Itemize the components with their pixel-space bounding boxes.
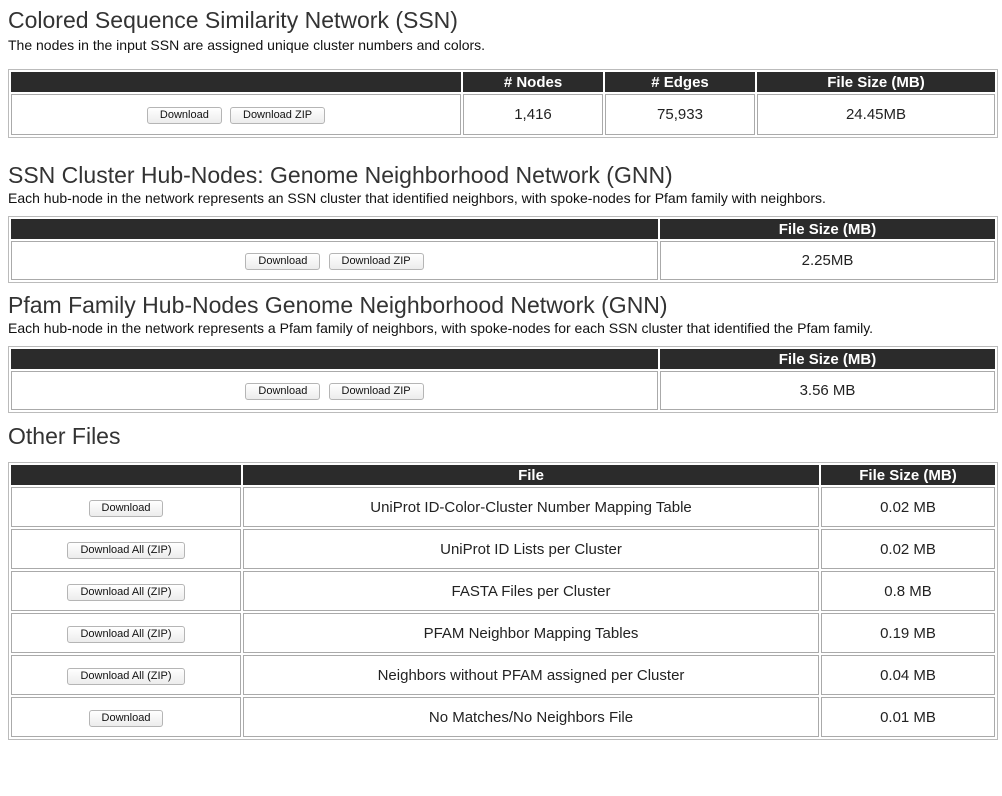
gnn-pfam-size-value: 3.56 MB [660, 371, 995, 410]
download-all-zip-button[interactable]: Download All (ZIP) [67, 625, 185, 643]
download-all-zip-button[interactable]: Download All (ZIP) [67, 583, 185, 601]
gnn-cluster-description: Each hub-node in the network represents … [8, 190, 826, 206]
ssn-header-row: # Nodes # Edges File Size (MB) [11, 72, 995, 92]
gnn-pfam-description: Each hub-node in the network represents … [8, 320, 874, 336]
ssn-edges-value: 75,933 [605, 94, 755, 135]
gnn-cluster-title: SSN Cluster Hub-Nodes: Genome Neighborho… [8, 162, 673, 188]
other-row-button-cell: Download All (ZIP) [11, 571, 241, 611]
ssn-header-blank [11, 72, 461, 92]
gnn-cluster-download-zip-button[interactable]: Download ZIP [328, 253, 424, 270]
other-row-file: Neighbors without PFAM assigned per Clus… [243, 655, 819, 695]
gnn-cluster-header-row: File Size (MB) [11, 219, 995, 239]
other-row-size: 0.04 MB [821, 655, 995, 695]
table-row: Download All (ZIP) PFAM Neighbor Mapping… [11, 613, 995, 653]
gnn-pfam-section: Pfam Family Hub-Nodes Genome Neighborhoo… [0, 283, 1002, 413]
other-row-size: 0.8 MB [821, 571, 995, 611]
other-row-button-cell: Download All (ZIP) [11, 529, 241, 569]
download-all-zip-button[interactable]: Download All (ZIP) [67, 541, 185, 559]
ssn-size-value: 24.45MB [757, 94, 995, 135]
gnn-pfam-download-zip-button[interactable]: Download ZIP [328, 383, 424, 400]
table-row: Download Download ZIP 1,416 75,933 24.45… [11, 94, 995, 135]
other-row-file: No Matches/No Neighbors File [243, 697, 819, 737]
ssn-section: Colored Sequence Similarity Network (SSN… [0, 0, 1002, 138]
other-row-size: 0.02 MB [821, 487, 995, 527]
ssn-title: Colored Sequence Similarity Network (SSN… [8, 7, 458, 33]
table-row: Download All (ZIP) FASTA Files per Clust… [11, 571, 995, 611]
ssn-header-edges: # Edges [605, 72, 755, 92]
other-files-header-blank [11, 465, 241, 485]
other-files-section: Other Files File File Size (MB) Download… [0, 413, 1002, 740]
download-button[interactable]: Download [88, 709, 164, 727]
other-row-size: 0.02 MB [821, 529, 995, 569]
ssn-download-button[interactable]: Download [146, 107, 222, 124]
other-row-button-cell: Download [11, 487, 241, 527]
download-all-zip-button[interactable]: Download All (ZIP) [67, 667, 185, 685]
ssn-header-size: File Size (MB) [757, 72, 995, 92]
table-row: Download UniProt ID-Color-Cluster Number… [11, 487, 995, 527]
table-row: Download Download ZIP 3.56 MB [11, 371, 995, 410]
gnn-cluster-table: File Size (MB) Download Download ZIP 2.2… [8, 216, 998, 283]
gnn-pfam-header-blank [11, 349, 658, 369]
ssn-nodes-value: 1,416 [463, 94, 603, 135]
gnn-cluster-size-value: 2.25MB [660, 241, 995, 280]
gnn-cluster-section: SSN Cluster Hub-Nodes: Genome Neighborho… [0, 138, 1002, 283]
table-row: Download All (ZIP) Neighbors without PFA… [11, 655, 995, 695]
ssn-description: The nodes in the input SSN are assigned … [8, 37, 486, 53]
download-button[interactable]: Download [88, 499, 164, 517]
table-row: Download All (ZIP) UniProt ID Lists per … [11, 529, 995, 569]
other-files-header-file: File [243, 465, 819, 485]
gnn-pfam-title: Pfam Family Hub-Nodes Genome Neighborhoo… [8, 292, 668, 318]
gnn-cluster-download-button[interactable]: Download [245, 253, 321, 270]
other-row-button-cell: Download [11, 697, 241, 737]
gnn-cluster-header-size: File Size (MB) [660, 219, 995, 239]
other-row-file: UniProt ID Lists per Cluster [243, 529, 819, 569]
ssn-download-zip-button[interactable]: Download ZIP [230, 107, 326, 124]
gnn-pfam-buttons-cell: Download Download ZIP [11, 371, 658, 410]
other-row-size: 0.01 MB [821, 697, 995, 737]
other-row-button-cell: Download All (ZIP) [11, 613, 241, 653]
other-files-table: File File Size (MB) Download UniProt ID-… [8, 462, 998, 740]
table-row: Download Download ZIP 2.25MB [11, 241, 995, 280]
other-row-size: 0.19 MB [821, 613, 995, 653]
other-row-file: UniProt ID-Color-Cluster Number Mapping … [243, 487, 819, 527]
gnn-pfam-download-button[interactable]: Download [245, 383, 321, 400]
ssn-table: # Nodes # Edges File Size (MB) Download … [8, 69, 998, 138]
gnn-pfam-table: File Size (MB) Download Download ZIP 3.5… [8, 346, 998, 413]
other-files-header-row: File File Size (MB) [11, 465, 995, 485]
other-files-title: Other Files [8, 423, 121, 449]
gnn-pfam-header-row: File Size (MB) [11, 349, 995, 369]
gnn-cluster-buttons-cell: Download Download ZIP [11, 241, 658, 280]
table-row: Download No Matches/No Neighbors File 0.… [11, 697, 995, 737]
gnn-cluster-header-blank [11, 219, 658, 239]
ssn-buttons-cell: Download Download ZIP [11, 94, 461, 135]
ssn-header-nodes: # Nodes [463, 72, 603, 92]
gnn-pfam-header-size: File Size (MB) [660, 349, 995, 369]
other-row-button-cell: Download All (ZIP) [11, 655, 241, 695]
other-files-header-size: File Size (MB) [821, 465, 995, 485]
other-row-file: FASTA Files per Cluster [243, 571, 819, 611]
other-row-file: PFAM Neighbor Mapping Tables [243, 613, 819, 653]
